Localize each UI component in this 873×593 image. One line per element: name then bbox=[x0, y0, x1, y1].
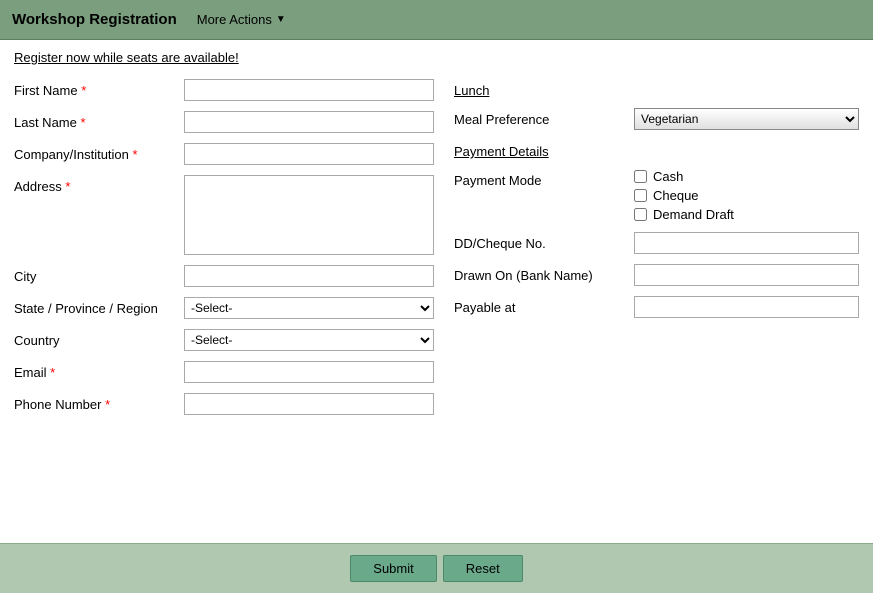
company-required: * bbox=[133, 147, 138, 162]
address-input[interactable] bbox=[184, 175, 434, 255]
first-name-required: * bbox=[81, 83, 86, 98]
register-link[interactable]: Register now while seats are available! bbox=[14, 50, 239, 65]
state-label: State / Province / Region bbox=[14, 297, 184, 316]
state-select[interactable]: -Select- bbox=[184, 297, 434, 319]
cash-checkbox-row: Cash bbox=[634, 169, 734, 184]
cheque-label: Cheque bbox=[653, 188, 699, 203]
reset-button[interactable]: Reset bbox=[443, 555, 523, 582]
company-label: Company/Institution * bbox=[14, 143, 184, 162]
email-label: Email * bbox=[14, 361, 184, 380]
dropdown-arrow-icon: ▼ bbox=[276, 14, 286, 25]
footer: Submit Reset bbox=[0, 543, 873, 593]
submit-button[interactable]: Submit bbox=[350, 555, 436, 582]
first-name-label: First Name * bbox=[14, 79, 184, 98]
phone-label: Phone Number * bbox=[14, 393, 184, 412]
dd-cheque-input[interactable] bbox=[634, 232, 859, 254]
header: Workshop Registration More Actions ▼ bbox=[0, 0, 873, 40]
country-select[interactable]: -Select- bbox=[184, 329, 434, 351]
state-row: State / Province / Region -Select- bbox=[14, 297, 434, 319]
payment-mode-label: Payment Mode bbox=[454, 169, 634, 188]
last-name-row: Last Name * bbox=[14, 111, 434, 133]
first-name-input[interactable] bbox=[184, 79, 434, 101]
dd-cheque-label: DD/Cheque No. bbox=[454, 232, 634, 251]
payment-mode-options: Cash Cheque Demand Draft bbox=[634, 169, 734, 222]
payable-at-row: Payable at bbox=[454, 296, 859, 318]
email-row: Email * bbox=[14, 361, 434, 383]
last-name-input[interactable] bbox=[184, 111, 434, 133]
email-input[interactable] bbox=[184, 361, 434, 383]
demand-draft-label: Demand Draft bbox=[653, 207, 734, 222]
phone-row: Phone Number * bbox=[14, 393, 434, 415]
main-content: Register now while seats are available! … bbox=[0, 40, 873, 543]
phone-required: * bbox=[105, 397, 110, 412]
last-name-required: * bbox=[81, 115, 86, 130]
meal-preference-select[interactable]: Vegetarian Non-Vegetarian Vegan bbox=[634, 108, 859, 130]
dd-cheque-row: DD/Cheque No. bbox=[454, 232, 859, 254]
drawn-on-input[interactable] bbox=[634, 264, 859, 286]
right-column: Lunch Meal Preference Vegetarian Non-Veg… bbox=[454, 79, 859, 425]
company-row: Company/Institution * bbox=[14, 143, 434, 165]
more-actions-button[interactable]: More Actions ▼ bbox=[197, 12, 286, 27]
page-title: Workshop Registration bbox=[12, 11, 177, 28]
cheque-checkbox-row: Cheque bbox=[634, 188, 734, 203]
demand-draft-checkbox-row: Demand Draft bbox=[634, 207, 734, 222]
payable-at-label: Payable at bbox=[454, 296, 634, 315]
drawn-on-label: Drawn On (Bank Name) bbox=[454, 264, 634, 283]
meal-preference-row: Meal Preference Vegetarian Non-Vegetaria… bbox=[454, 108, 859, 130]
city-row: City bbox=[14, 265, 434, 287]
meal-preference-label: Meal Preference bbox=[454, 108, 634, 127]
address-row: Address * bbox=[14, 175, 434, 255]
drawn-on-row: Drawn On (Bank Name) bbox=[454, 264, 859, 286]
company-input[interactable] bbox=[184, 143, 434, 165]
last-name-label: Last Name * bbox=[14, 111, 184, 130]
cash-label: Cash bbox=[653, 169, 683, 184]
form-area: First Name * Last Name * Company/Institu… bbox=[14, 79, 859, 425]
phone-input[interactable] bbox=[184, 393, 434, 415]
payment-section-title: Payment Details bbox=[454, 144, 549, 159]
more-actions-label: More Actions bbox=[197, 12, 272, 27]
country-row: Country -Select- bbox=[14, 329, 434, 351]
cheque-checkbox[interactable] bbox=[634, 189, 647, 202]
left-column: First Name * Last Name * Company/Institu… bbox=[14, 79, 434, 425]
city-label: City bbox=[14, 265, 184, 284]
lunch-section-title: Lunch bbox=[454, 83, 489, 98]
first-name-row: First Name * bbox=[14, 79, 434, 101]
payment-mode-row: Payment Mode Cash Cheque Demand Draft bbox=[454, 169, 859, 222]
address-label: Address * bbox=[14, 175, 184, 194]
city-input[interactable] bbox=[184, 265, 434, 287]
country-label: Country bbox=[14, 329, 184, 348]
address-required: * bbox=[65, 179, 70, 194]
demand-draft-checkbox[interactable] bbox=[634, 208, 647, 221]
payable-at-input[interactable] bbox=[634, 296, 859, 318]
cash-checkbox[interactable] bbox=[634, 170, 647, 183]
email-required: * bbox=[50, 365, 55, 380]
